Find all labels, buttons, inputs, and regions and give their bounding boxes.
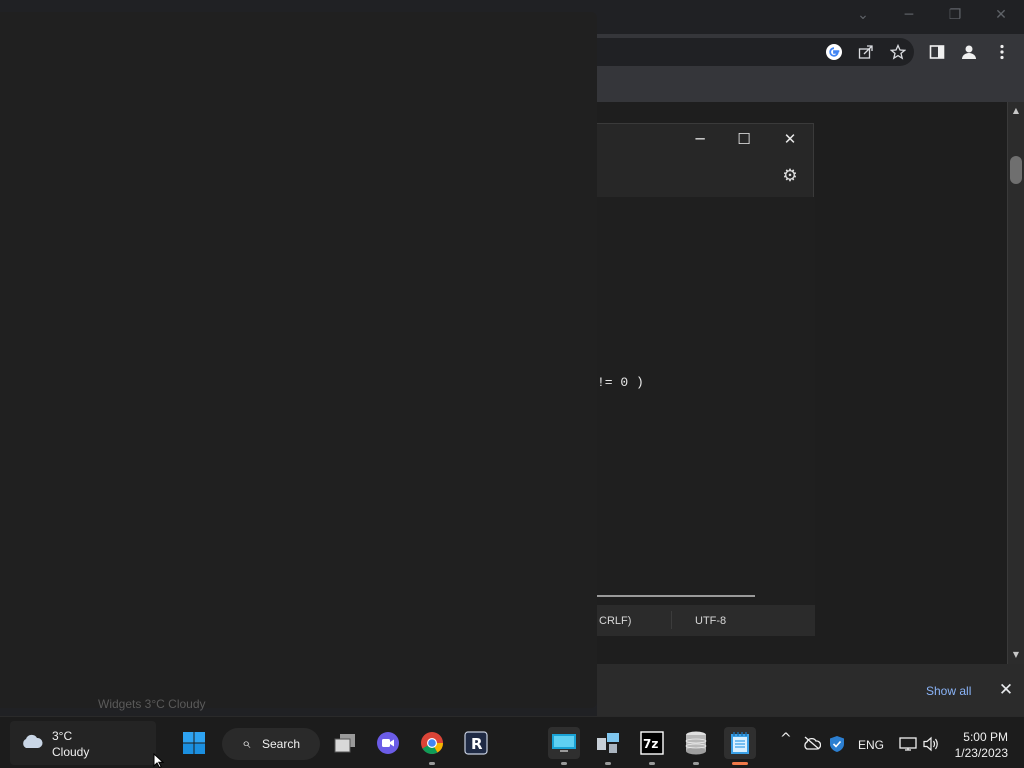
settings-gear-icon[interactable]: ⚙: [777, 163, 803, 189]
language-indicator[interactable]: ENG: [858, 738, 884, 752]
profile-icon[interactable]: [957, 40, 981, 64]
weather-widget[interactable]: 3°C Cloudy: [10, 721, 156, 765]
widgets-panel[interactable]: [0, 12, 597, 708]
widgets-tooltip: Widgets 3°C Cloudy: [98, 697, 206, 711]
editor-text-line: != 0 ): [597, 375, 644, 390]
running-indicator: [649, 762, 655, 765]
download-bar-close-icon[interactable]: ✕: [996, 680, 1016, 700]
line-ending-status: CRLF): [599, 615, 632, 627]
mouse-cursor-icon: [153, 753, 165, 768]
notepad-editor[interactable]: != 0 ): [597, 197, 815, 605]
weather-temperature: 3°C: [52, 729, 73, 743]
active-indicator: [732, 762, 748, 765]
svg-text:R: R: [471, 735, 483, 753]
side-panel-icon[interactable]: [925, 40, 949, 64]
database-app-button[interactable]: [680, 727, 712, 765]
network-computers-icon: [597, 733, 619, 753]
running-indicator: [605, 762, 611, 765]
remote-desktop-button[interactable]: [548, 727, 580, 765]
more-icon[interactable]: [990, 40, 1014, 64]
notepad-icon: [731, 732, 749, 754]
video-chat-icon: [377, 732, 399, 754]
tab-search-dropdown[interactable]: ⌄: [840, 4, 886, 26]
system-clock[interactable]: 5:00 PM 1/23/2023: [955, 729, 1008, 761]
bookmark-star-icon[interactable]: [886, 40, 910, 64]
status-divider: [671, 611, 672, 629]
search-label: Search: [262, 737, 301, 751]
share-icon[interactable]: [854, 40, 878, 64]
scroll-thumb[interactable]: [1010, 156, 1022, 184]
running-indicator: [561, 762, 567, 765]
show-all-link[interactable]: Show all: [926, 684, 971, 698]
7zip-button[interactable]: 7z: [636, 727, 668, 765]
chrome-minimize-button[interactable]: ─: [886, 4, 932, 26]
desktop-monitor-icon: [552, 734, 576, 752]
task-view-icon: [334, 734, 355, 753]
network-icon[interactable]: [899, 736, 917, 752]
defender-shield-icon[interactable]: [829, 735, 845, 753]
weather-description: Cloudy: [52, 745, 90, 759]
clock-date: 1/23/2023: [954, 746, 1008, 760]
running-indicator: [693, 762, 699, 765]
r-app-button[interactable]: R: [460, 727, 492, 759]
volume-icon[interactable]: [922, 736, 940, 752]
chrome-restore-button[interactable]: ❐: [932, 4, 978, 26]
network-app-button[interactable]: [592, 727, 624, 765]
notepad-taskbar-button[interactable]: [724, 727, 756, 765]
scroll-down-icon[interactable]: ▼: [1008, 648, 1024, 662]
notepad-statusbar: CRLF) UTF-8: [597, 605, 815, 636]
r-app-icon: R: [464, 731, 488, 755]
notepad-maximize-button[interactable]: ☐: [727, 127, 761, 151]
search-icon: ⌕: [242, 734, 251, 752]
running-indicator: [429, 762, 435, 765]
taskbar-search[interactable]: ⌕ Search: [222, 728, 320, 760]
scroll-up-icon[interactable]: ▲: [1008, 104, 1024, 118]
cloud-icon: [23, 734, 43, 748]
notepad-minimize-button[interactable]: ─: [683, 127, 717, 151]
windows-logo-icon: [183, 732, 205, 754]
teams-chat-button[interactable]: [372, 727, 404, 759]
notepad-window: ─ ☐ ✕ ⚙ != 0 ) CRLF) UTF-8: [596, 123, 815, 636]
onedrive-cloud-icon[interactable]: [803, 736, 821, 750]
chrome-icon: [421, 732, 443, 754]
google-icon[interactable]: [822, 40, 846, 64]
task-view-button[interactable]: [329, 727, 361, 759]
show-hidden-icons-chevron-icon[interactable]: ^: [780, 731, 792, 747]
svg-text:7z: 7z: [643, 737, 658, 751]
chrome-close-button[interactable]: ✕: [978, 4, 1024, 26]
editor-horizontal-scrollbar[interactable]: [597, 595, 755, 597]
chrome-taskbar-button[interactable]: [416, 727, 448, 765]
encoding-status: UTF-8: [695, 615, 727, 627]
7zip-icon: 7z: [640, 731, 664, 755]
database-icon: [685, 731, 707, 755]
clock-time: 5:00 PM: [963, 730, 1008, 744]
tab-favicon-icon: [20, 7, 38, 20]
notepad-close-button[interactable]: ✕: [773, 127, 807, 151]
start-button[interactable]: [178, 727, 210, 759]
page-scrollbar[interactable]: ▲ ▼: [1007, 102, 1024, 664]
